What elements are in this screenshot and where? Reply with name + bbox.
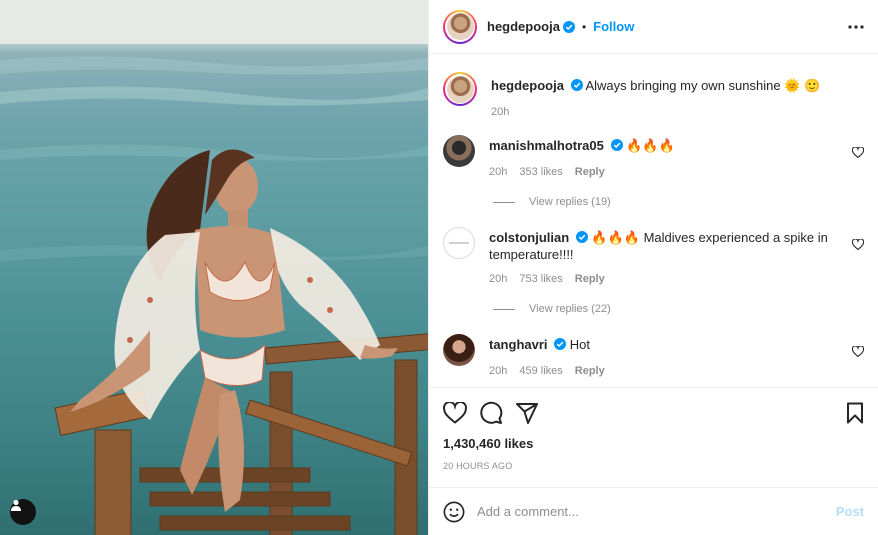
comment-likes[interactable]: 459 likes [519, 365, 562, 377]
commenter-avatar[interactable] [443, 227, 475, 259]
user-tag-button[interactable] [10, 499, 36, 525]
share-button[interactable] [515, 402, 539, 424]
view-replies-button[interactable]: View replies (22) [493, 303, 864, 315]
comment-item: tanghavri Hot 20h 459 likes Reply [443, 334, 865, 377]
add-comment-bar: Post [429, 487, 878, 535]
comment-likes[interactable]: 353 likes [519, 166, 562, 178]
user-tag-icon [11, 499, 21, 511]
emoji-icon [443, 501, 465, 522]
caption-username[interactable]: hegdepooja [491, 78, 564, 93]
verified-badge-icon [570, 79, 583, 91]
comment-time: 20h [489, 365, 508, 377]
comment-like-button[interactable] [851, 237, 865, 255]
send-icon [516, 403, 538, 424]
author-username[interactable]: hegdepooja [487, 19, 560, 34]
commenter-avatar[interactable] [443, 334, 475, 366]
comment-time: 20h [489, 166, 508, 178]
comment-item: colstonjulian 🔥🔥🔥 Maldives experienced a… [443, 227, 865, 285]
comment-button[interactable] [479, 401, 503, 425]
comment-item: manishmalhotra05 🔥🔥🔥 20h 353 likes Reply [443, 135, 865, 178]
commenter-username[interactable]: tanghavri [489, 337, 548, 352]
caption-text: Always bringing my own sunshine 🌞 🙂 [585, 78, 821, 93]
verified-badge-icon [554, 338, 567, 350]
commenter-username[interactable]: manishmalhotra05 [489, 138, 604, 153]
comment-like-button[interactable] [851, 145, 865, 163]
save-button[interactable] [846, 402, 864, 424]
caption: hegdepooja Always bringing my own sunshi… [443, 72, 864, 118]
comment-like-button[interactable] [851, 344, 865, 362]
heart-icon [443, 402, 467, 424]
photo-illustration [0, 0, 428, 535]
comments-list[interactable]: hegdepooja Always bringing my own sunshi… [429, 55, 878, 387]
caption-avatar[interactable] [443, 72, 477, 106]
post-panel: hegdepooja • Follow hegdepooja Always br… [428, 0, 878, 535]
comment-text: 🔥🔥🔥 [626, 138, 675, 153]
like-button[interactable] [443, 402, 467, 424]
view-replies-button[interactable]: View replies (19) [493, 196, 864, 208]
heart-icon [851, 146, 865, 159]
post-photo[interactable] [0, 0, 428, 535]
commenter-username[interactable]: colstonjulian [489, 230, 569, 245]
heart-icon [851, 238, 865, 251]
more-horizontal-icon [848, 24, 864, 29]
likes-count[interactable]: 1,430,460 likes [443, 436, 864, 451]
more-options-button[interactable] [848, 24, 864, 29]
reply-button[interactable]: Reply [575, 365, 605, 377]
action-bar: 1,430,460 likes 20 HOURS AGO [429, 387, 878, 471]
follow-button[interactable]: Follow [593, 19, 634, 34]
verified-badge-icon [562, 20, 575, 33]
comment-input[interactable] [477, 504, 836, 519]
comment-icon [480, 401, 503, 424]
comment-likes[interactable]: 753 likes [519, 273, 562, 285]
author-avatar[interactable] [443, 9, 477, 44]
heart-icon [851, 345, 865, 358]
commenter-avatar[interactable] [443, 135, 475, 167]
verified-badge-icon [575, 231, 588, 243]
comment-time: 20h [489, 273, 508, 285]
bookmark-icon [847, 402, 863, 424]
post-comment-button[interactable]: Post [836, 504, 864, 519]
post-timestamp: 20 HOURS AGO [443, 461, 513, 471]
reply-button[interactable]: Reply [575, 273, 605, 285]
caption-time: 20h [491, 106, 510, 118]
emoji-button[interactable] [443, 501, 465, 523]
comment-text: Hot [569, 337, 590, 352]
verified-badge-icon [610, 139, 623, 151]
reply-button[interactable]: Reply [575, 166, 605, 178]
post-header: hegdepooja • Follow [429, 0, 878, 54]
separator-dot: • [581, 19, 587, 34]
